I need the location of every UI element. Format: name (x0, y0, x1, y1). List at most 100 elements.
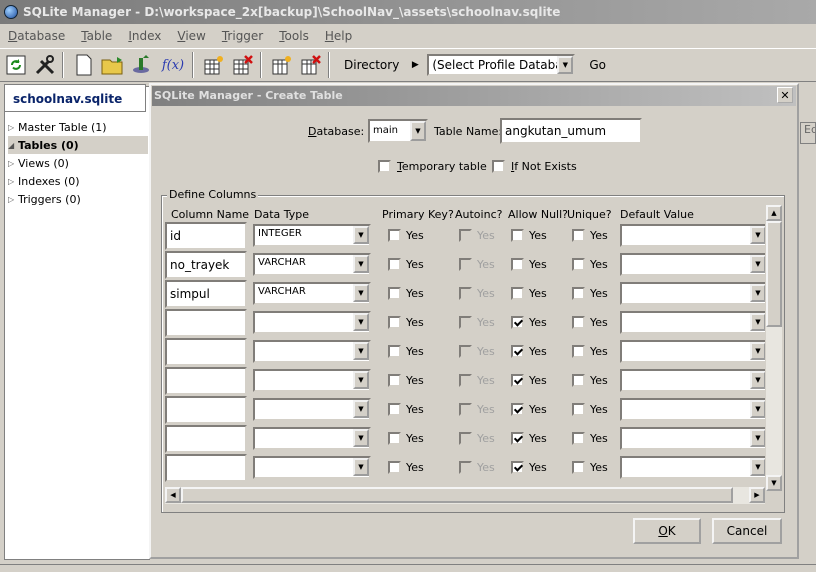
primary-key-option[interactable]: Yes (388, 287, 424, 300)
connect-button[interactable] (129, 52, 155, 78)
chevron-down-icon[interactable]: ▼ (557, 56, 574, 74)
column-name-input[interactable] (165, 454, 247, 482)
primary-key-checkbox[interactable] (388, 461, 401, 474)
primary-key-option[interactable]: Yes (388, 229, 424, 242)
default-value-select[interactable]: ▼ (620, 369, 768, 392)
default-value-select[interactable]: ▼ (620, 282, 768, 305)
unique-option[interactable]: Yes (572, 432, 608, 445)
data-type-select[interactable]: ▼ (253, 369, 371, 392)
vertical-scroll-thumb[interactable] (766, 221, 782, 327)
chevron-down-icon[interactable]: ▼ (750, 400, 766, 418)
create-index-button[interactable] (269, 52, 295, 78)
unique-checkbox[interactable] (572, 316, 585, 329)
primary-key-option[interactable]: Yes (388, 461, 424, 474)
column-name-input[interactable] (165, 367, 247, 395)
chevron-down-icon[interactable]: ▼ (353, 371, 369, 389)
expand-arrow-icon[interactable]: ▷ (8, 195, 18, 204)
table-name-input[interactable]: angkutan_umum (500, 118, 642, 144)
unique-checkbox[interactable] (572, 374, 585, 387)
data-type-select[interactable]: INTEGER ▼ (253, 224, 371, 247)
temporary-table-checkbox[interactable] (378, 160, 391, 173)
edit-tab-partial[interactable]: Ed (800, 122, 816, 144)
primary-key-checkbox[interactable] (388, 258, 401, 271)
tree-item-master-table[interactable]: ▷ Master Table (1) (8, 118, 148, 136)
primary-key-checkbox[interactable] (388, 287, 401, 300)
horizontal-scroll-thumb[interactable] (181, 487, 733, 503)
default-value-select[interactable]: ▼ (620, 427, 768, 450)
data-type-select[interactable]: ▼ (253, 311, 371, 334)
open-database-button[interactable] (100, 52, 126, 78)
allow-null-checkbox[interactable] (511, 316, 524, 329)
chevron-down-icon[interactable]: ▼ (353, 226, 369, 244)
unique-checkbox[interactable] (572, 461, 585, 474)
chevron-down-icon[interactable]: ▼ (410, 121, 426, 141)
chevron-down-icon[interactable]: ▼ (353, 458, 369, 476)
allow-null-option[interactable]: Yes (511, 345, 547, 358)
menu-view[interactable]: View (169, 29, 213, 43)
data-type-select[interactable]: ▼ (253, 398, 371, 421)
horizontal-scrollbar[interactable]: ◀ ▶ (165, 487, 765, 504)
new-database-button[interactable] (71, 52, 97, 78)
allow-null-option[interactable]: Yes (511, 403, 547, 416)
column-name-input[interactable] (165, 425, 247, 453)
scroll-down-button[interactable]: ▼ (766, 475, 782, 491)
profile-database-select[interactable]: (Select Profile Database) ▼ (427, 54, 576, 76)
unique-option[interactable]: Yes (572, 258, 608, 271)
data-type-select[interactable]: VARCHAR ▼ (253, 253, 371, 276)
allow-null-checkbox[interactable] (511, 345, 524, 358)
allow-null-option[interactable]: Yes (511, 374, 547, 387)
expand-arrow-icon[interactable]: ▷ (8, 159, 18, 168)
database-select[interactable]: main ▼ (368, 119, 428, 143)
allow-null-checkbox[interactable] (511, 374, 524, 387)
chevron-down-icon[interactable]: ▼ (750, 371, 766, 389)
default-value-select[interactable]: ▼ (620, 224, 768, 247)
tree-item-views[interactable]: ▷ Views (0) (8, 154, 148, 172)
default-value-select[interactable]: ▼ (620, 398, 768, 421)
scroll-left-button[interactable]: ◀ (165, 487, 181, 503)
chevron-down-icon[interactable]: ▼ (750, 255, 766, 273)
allow-null-option[interactable]: Yes (511, 316, 547, 329)
primary-key-option[interactable]: Yes (388, 258, 424, 271)
unique-option[interactable]: Yes (572, 229, 608, 242)
chevron-down-icon[interactable]: ▼ (750, 313, 766, 331)
directory-button[interactable]: Directory (334, 58, 409, 72)
default-value-select[interactable]: ▼ (620, 456, 768, 479)
unique-checkbox[interactable] (572, 345, 585, 358)
chevron-down-icon[interactable]: ▼ (750, 284, 766, 302)
tree-item-tables[interactable]: ◢ Tables (0) (8, 136, 148, 154)
if-not-exists-option[interactable]: If Not Exists (492, 160, 577, 173)
chevron-down-icon[interactable]: ▼ (750, 342, 766, 360)
allow-null-option[interactable]: Yes (511, 287, 547, 300)
unique-option[interactable]: Yes (572, 345, 608, 358)
allow-null-checkbox[interactable] (511, 461, 524, 474)
primary-key-checkbox[interactable] (388, 403, 401, 416)
unique-checkbox[interactable] (572, 287, 585, 300)
allow-null-option[interactable]: Yes (511, 229, 547, 242)
unique-option[interactable]: Yes (572, 316, 608, 329)
refresh-button[interactable] (3, 52, 29, 78)
menu-table[interactable]: Table (73, 29, 120, 43)
default-value-select[interactable]: ▼ (620, 311, 768, 334)
default-value-select[interactable]: ▼ (620, 253, 768, 276)
column-name-input[interactable]: id (165, 222, 247, 250)
default-value-select[interactable]: ▼ (620, 340, 768, 363)
primary-key-option[interactable]: Yes (388, 403, 424, 416)
menu-trigger[interactable]: Trigger (214, 29, 271, 43)
chevron-down-icon[interactable]: ▼ (750, 429, 766, 447)
data-type-select[interactable]: ▼ (253, 456, 371, 479)
drop-index-button[interactable] (298, 52, 324, 78)
allow-null-checkbox[interactable] (511, 258, 524, 271)
unique-checkbox[interactable] (572, 258, 585, 271)
function-button[interactable]: f(x) (158, 52, 188, 78)
primary-key-checkbox[interactable] (388, 374, 401, 387)
unique-option[interactable]: Yes (572, 403, 608, 416)
scroll-right-button[interactable]: ▶ (749, 487, 765, 503)
primary-key-option[interactable]: Yes (388, 345, 424, 358)
menu-database[interactable]: Database (0, 29, 73, 43)
allow-null-checkbox[interactable] (511, 229, 524, 242)
data-type-select[interactable]: ▼ (253, 427, 371, 450)
expand-arrow-icon[interactable]: ▷ (8, 177, 18, 186)
scroll-up-button[interactable]: ▲ (766, 205, 782, 221)
expand-arrow-icon[interactable]: ▷ (8, 123, 18, 132)
directory-arrow-icon[interactable]: ▶ (409, 60, 421, 70)
